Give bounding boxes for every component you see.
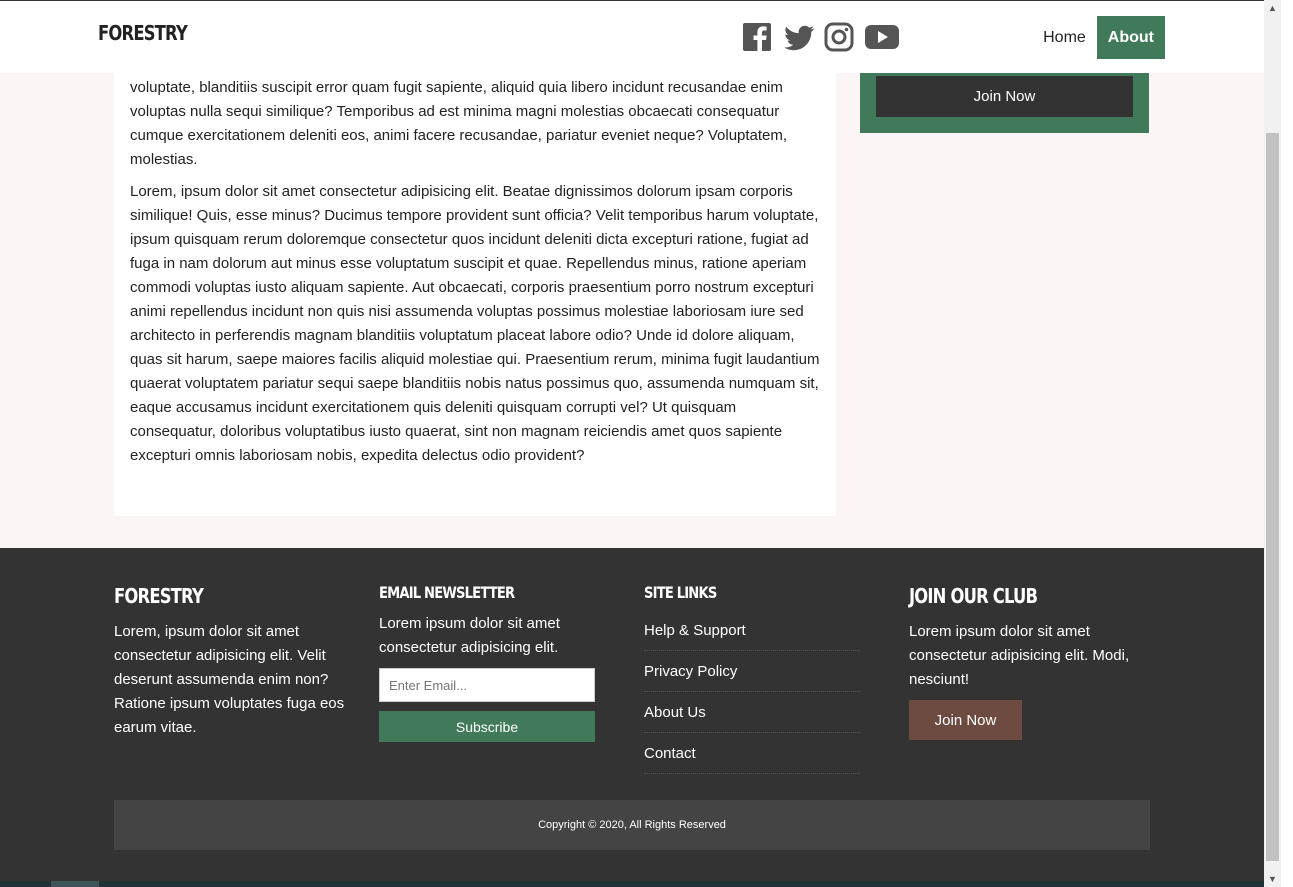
instagram-icon[interactable]: [824, 22, 855, 52]
sidebar-join-button[interactable]: Join Now: [876, 76, 1133, 117]
social-links: [742, 22, 899, 52]
link-about-us[interactable]: About Us: [644, 692, 860, 730]
scroll-up-arrow-icon[interactable]: ▲: [1268, 3, 1277, 13]
site-links-list: Help & Support Privacy Policy About Us C…: [644, 610, 860, 774]
twitter-icon[interactable]: [783, 22, 815, 52]
scrollbar-thumb[interactable]: [1266, 133, 1279, 861]
bottom-strip-mark: [51, 881, 99, 887]
main-nav: Home About: [1032, 16, 1165, 59]
link-contact[interactable]: Contact: [644, 733, 860, 771]
subscribe-button[interactable]: Subscribe: [379, 711, 595, 742]
list-item: About Us: [644, 692, 860, 733]
copyright-bar: Copyright © 2020, All Rights Reserved: [114, 800, 1150, 850]
email-input[interactable]: [379, 668, 595, 702]
footer-newsletter: EMAIL NEWSLETTER Lorem ipsum dolor sit a…: [379, 548, 595, 742]
footer-site-links: SITE LINKS Help & Support Privacy Policy…: [644, 548, 860, 774]
footer-logo: FORESTRY: [114, 584, 204, 608]
site-header: FORESTRY Home About: [0, 0, 1264, 73]
bottom-strip: [0, 881, 1264, 887]
site-footer: FORESTRY Lorem, ipsum dolor sit amet con…: [0, 548, 1264, 887]
article-paragraph: Lorem, ipsum dolor sit amet consectetur …: [130, 183, 820, 464]
nav-about[interactable]: About: [1096, 16, 1165, 59]
youtube-icon[interactable]: [865, 22, 899, 52]
link-help-support[interactable]: Help & Support: [644, 610, 860, 648]
link-privacy-policy[interactable]: Privacy Policy: [644, 651, 860, 689]
club-join-button[interactable]: Join Now: [909, 700, 1022, 740]
newsletter-text: Lorem ipsum dolor sit amet consectetur a…: [379, 615, 560, 656]
list-item: Contact: [644, 733, 860, 774]
footer-about: FORESTRY Lorem, ipsum dolor sit amet con…: [114, 548, 354, 740]
copyright-text: Copyright © 2020, All Rights Reserved: [538, 819, 726, 831]
newsletter-title: EMAIL NEWSLETTER: [379, 583, 515, 602]
nav-home[interactable]: Home: [1032, 16, 1097, 59]
footer-club: JOIN OUR CLUB Lorem ipsum dolor sit amet…: [909, 548, 1149, 740]
club-text: Lorem ipsum dolor sit amet consectetur a…: [909, 623, 1130, 688]
footer-about-text: Lorem, ipsum dolor sit amet consectetur …: [114, 623, 345, 736]
list-item: Help & Support: [644, 610, 860, 651]
list-item: Privacy Policy: [644, 651, 860, 692]
scrollbar[interactable]: ▲ ▼: [1264, 0, 1281, 887]
article-content: voluptate, blanditiis suscipit error qua…: [114, 60, 836, 516]
site-links-title: SITE LINKS: [644, 583, 717, 602]
scroll-down-arrow-icon[interactable]: ▼: [1268, 874, 1277, 884]
facebook-icon[interactable]: [742, 22, 773, 52]
club-title: JOIN OUR CLUB: [909, 584, 1038, 608]
right-gutter: [1281, 0, 1293, 887]
site-logo[interactable]: FORESTRY: [98, 21, 188, 45]
article-paragraph: voluptate, blanditiis suscipit error qua…: [130, 79, 788, 168]
